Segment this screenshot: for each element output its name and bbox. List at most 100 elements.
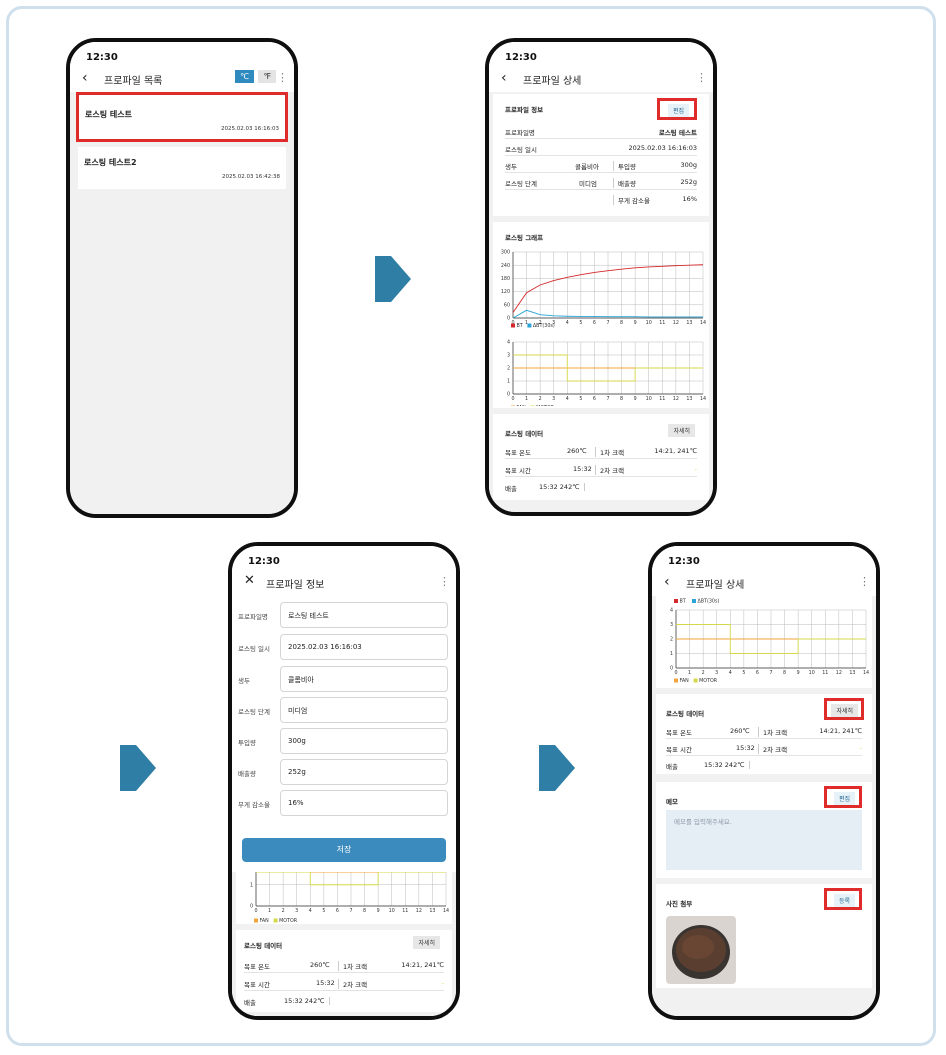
- row-value: 260℃: [730, 727, 750, 735]
- phone-profile-list: 12:30 ‹ 프로파일 목록 ℃ ℉ ⋮ 로스팅 테스트 2025.02.03…: [66, 38, 298, 518]
- x-tick-label: 7: [606, 320, 609, 326]
- legend-label: MOTOR: [279, 918, 298, 924]
- data-row: 목표 온도 260℃ 1차 크랙 14:21, 241℃: [666, 724, 862, 739]
- x-tick-label: 5: [742, 670, 745, 676]
- x-tick-label: 10: [646, 396, 652, 402]
- profile-info-card: 프로파일 정보 편집 프로파일명 로스팅 테스트 로스팅 일시 2025.02.…: [493, 94, 709, 216]
- list-item[interactable]: 로스팅 테스트 2025.02.03 16:16:03: [76, 92, 288, 142]
- motor-chart: BT ΔBT(30s)012340 1 2 3 4 5 6 7 8 9 10 11 12 13 14FAN MO…: [670, 599, 869, 685]
- roast-stage-field[interactable]: 미디엄: [280, 697, 448, 723]
- unit-fahrenheit-button[interactable]: ℉: [258, 70, 276, 83]
- status-time: 12:30: [248, 556, 280, 567]
- y-tick-label: 3: [670, 622, 673, 628]
- data-row: 배출 15:32 242℃: [505, 480, 697, 494]
- row-label: 목표 시간: [505, 467, 531, 475]
- section-title: 로스팅 데이터: [505, 430, 544, 438]
- edit-button[interactable]: 편집: [833, 792, 855, 805]
- x-tick-label: 0: [254, 908, 257, 914]
- detail-button[interactable]: 자세히: [668, 424, 695, 437]
- screen: 12:30 ‹ 프로파일 상세 ⋮ BT ΔBT(30s) 0 1 2 3 4 0 1 2 3 4 5 6…: [652, 546, 876, 1016]
- section-title: 사진 첨부: [666, 900, 693, 908]
- more-icon[interactable]: ⋮: [696, 71, 707, 84]
- x-tick-label: 11: [659, 320, 665, 326]
- close-icon[interactable]: ✕: [244, 573, 255, 588]
- screen: 12:30 ‹ 프로파일 목록 ℃ ℉ ⋮ 로스팅 테스트 2025.02.03…: [70, 42, 294, 514]
- y-tick-label: 300: [501, 250, 510, 256]
- info-row: 로스팅 단계 미디엄 배출량 252g: [505, 175, 697, 190]
- info-row: 무게 감소율 16%: [505, 192, 697, 206]
- profile-name-field[interactable]: 로스팅 테스트: [280, 602, 448, 628]
- section-title: 로스팅 그래프: [505, 234, 544, 242]
- row-value: 14:21, 241℃: [819, 727, 862, 735]
- photo-thumbnail[interactable]: [666, 916, 736, 984]
- row-label: 프로파일명: [505, 129, 535, 137]
- bean-field[interactable]: 콜롬비아: [280, 666, 448, 692]
- info-row: 생두 콜롬비아 투입량 300g: [505, 158, 697, 173]
- x-tick-label: 13: [686, 320, 692, 326]
- row-value: 15:32: [316, 979, 335, 987]
- row-label: 배출: [244, 999, 256, 1007]
- more-icon[interactable]: ⋮: [859, 575, 870, 588]
- x-tick-label: 9: [377, 908, 380, 914]
- x-tick-label: 5: [579, 396, 582, 402]
- x-tick-label: 1: [268, 908, 271, 914]
- legend-swatch: [527, 323, 532, 328]
- x-tick-label: 0: [511, 396, 514, 402]
- row-label: 목표 시간: [244, 981, 270, 989]
- unit-celsius-button[interactable]: ℃: [235, 70, 254, 83]
- row-value: 15:32: [736, 744, 755, 752]
- row-value: 252g: [680, 178, 697, 186]
- register-button[interactable]: 등록: [833, 894, 855, 907]
- input-amount-field[interactable]: 300g: [280, 728, 448, 754]
- memo-input[interactable]: 메모를 입력해주세요.: [666, 810, 862, 870]
- legend-swatch: [693, 678, 698, 683]
- screen: 12:30 ‹ 프로파일 상세 ⋮ 프로파일 정보 편집 프로파일명 로스팅 테…: [489, 42, 713, 512]
- row-value: 15:32 242℃: [284, 997, 330, 1005]
- back-icon[interactable]: ‹: [501, 70, 507, 86]
- weight-loss-field[interactable]: 16%: [280, 790, 448, 816]
- more-icon[interactable]: ⋮: [277, 71, 288, 84]
- coffee-beans-image: [672, 925, 730, 979]
- y-tick-label: 0: [670, 666, 673, 672]
- back-icon[interactable]: ‹: [664, 574, 670, 590]
- section-title: 메모: [666, 798, 678, 806]
- edit-button[interactable]: 편집: [667, 104, 689, 117]
- legend-swatch: [530, 405, 535, 406]
- roast-data-card: 로스팅 데이터 자세히 목표 온도 260℃ 1차 크랙 14:21, 241℃…: [656, 694, 872, 774]
- data-row: 목표 시간 15:32 2차 크랙 -: [666, 741, 862, 756]
- row-value: 미디엄: [579, 180, 597, 188]
- row-value: -: [859, 744, 862, 752]
- x-tick-label: 7: [349, 908, 352, 914]
- save-button[interactable]: 저장: [242, 838, 446, 862]
- status-time: 12:30: [86, 52, 118, 63]
- field-label: 투입량: [238, 739, 256, 747]
- detail-button[interactable]: 자세히: [413, 936, 440, 949]
- row-value: 14:21, 241℃: [401, 961, 444, 969]
- x-tick-label: 2: [282, 908, 285, 914]
- x-tick-label: 14: [443, 908, 449, 914]
- back-icon[interactable]: ‹: [82, 70, 88, 86]
- row-value: 로스팅 테스트: [658, 129, 697, 137]
- row-value: 260℃: [310, 961, 330, 969]
- y-tick-label: 2: [507, 366, 510, 372]
- more-icon[interactable]: ⋮: [439, 575, 450, 588]
- row-label: 1차 크랙: [758, 727, 787, 737]
- legend-swatch: [511, 323, 515, 328]
- roast-date-field[interactable]: 2025.02.03 16:16:03: [280, 634, 448, 660]
- row-label: 목표 시간: [666, 746, 692, 754]
- section-title: 프로파일 정보: [505, 106, 544, 114]
- data-row: 배출 15:32 242℃: [666, 758, 862, 772]
- list-item[interactable]: 로스팅 테스트2 2025.02.03 16:42:38: [78, 147, 286, 189]
- profile-date: 2025.02.03 16:42:38: [222, 174, 280, 180]
- x-tick-label: 13: [429, 908, 435, 914]
- x-tick-label: 0: [674, 670, 677, 676]
- output-amount-field[interactable]: 252g: [280, 759, 448, 785]
- x-tick-label: 14: [863, 670, 869, 676]
- row-label: 무게 감소율: [613, 195, 650, 205]
- flow-arrow-icon: [120, 745, 156, 791]
- row-label: 목표 온도: [505, 449, 531, 457]
- x-tick-label: 6: [593, 320, 596, 326]
- x-tick-label: 13: [686, 396, 692, 402]
- detail-button[interactable]: 자세히: [831, 704, 858, 717]
- x-tick-label: 12: [416, 908, 422, 914]
